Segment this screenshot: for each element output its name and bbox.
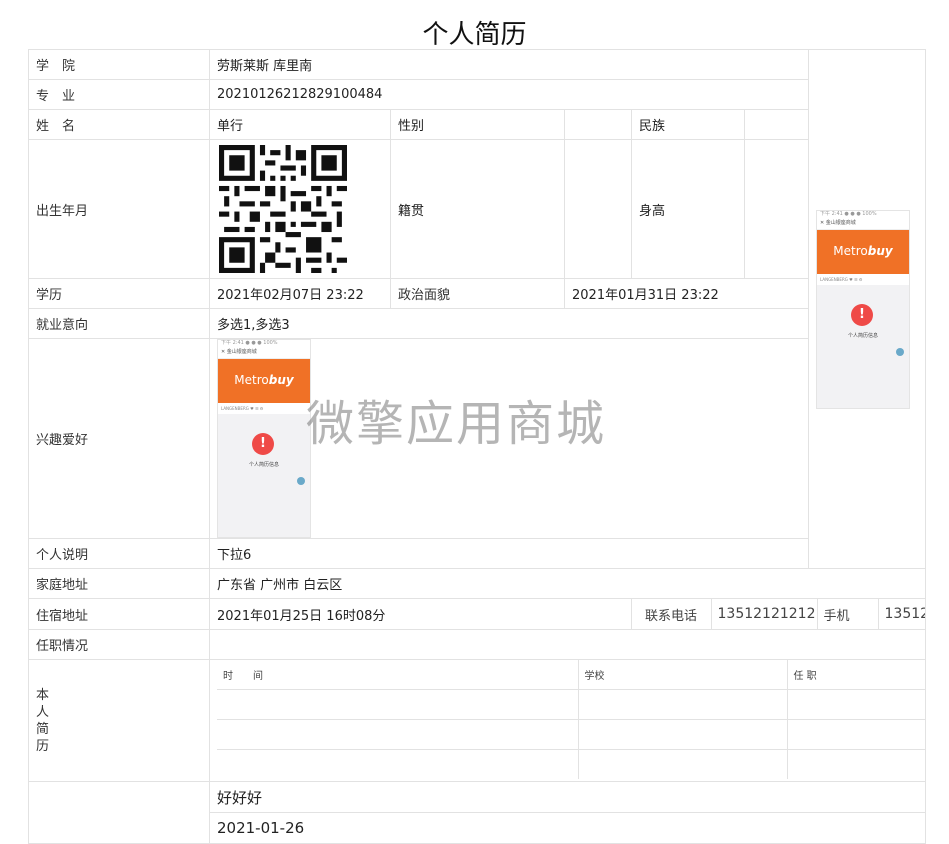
- page-title: 个人简历: [422, 20, 527, 50]
- extra-value-1: 好好好: [208, 781, 927, 813]
- personal-note-value: 下拉6: [208, 538, 927, 569]
- metrobuy-logo: Metrobuy: [833, 243, 893, 258]
- photo-status-bar: 下午 2:41 ● ● ● 100%: [817, 210, 910, 218]
- globe-icon: [896, 347, 905, 356]
- native-place-label: 籍贯: [390, 139, 565, 279]
- resume-col-school: 学校: [577, 660, 788, 690]
- hobby-photo-banner: Metrobuy: [218, 359, 310, 403]
- address-label: 家庭地址: [28, 568, 210, 599]
- photo-banner: Metrobuy: [817, 229, 910, 274]
- photo-message: 个人简历信息: [848, 332, 879, 339]
- major-value: 20210126212829100484: [208, 79, 810, 110]
- alert-icon: !: [851, 303, 874, 326]
- contact-table: 联系电话 13512121212 手机 13512121212: [639, 599, 925, 629]
- education-label: 学历: [28, 278, 210, 309]
- table-row: [217, 749, 925, 779]
- contact-group: 联系电话 13512121212 手机 13512121212: [630, 598, 927, 630]
- table-row: [217, 689, 925, 720]
- resume-grid: 时 间 学校 任 职: [217, 660, 925, 779]
- major-label: 专 业: [28, 79, 210, 110]
- name-label: 姓 名: [28, 109, 210, 140]
- personal-note-label: 个人说明: [28, 538, 210, 569]
- qr-code-cell: [209, 139, 391, 279]
- height-value: [743, 139, 810, 279]
- resume-col-time: 时 间: [217, 660, 579, 690]
- hobby-photo-status-bar: 下午 2:41 ● ● ● 100%: [218, 340, 310, 347]
- residence-value: 2021年01月25日 16时08分: [209, 598, 632, 630]
- hobby-globe-icon: [297, 477, 305, 485]
- job-value: [208, 629, 927, 660]
- intent-label: 就业意向: [28, 308, 210, 339]
- resume-grid-cell: 时 间 学校 任 职: [208, 659, 927, 782]
- college-value: 劳斯莱斯 库里南: [208, 49, 810, 80]
- birth-label: 出生年月: [28, 139, 210, 279]
- height-label: 身高: [631, 139, 745, 279]
- resume-col-position: 任 职: [786, 660, 925, 690]
- hobby-alert-icon: !: [252, 433, 274, 455]
- residence-label: 住宿地址: [28, 598, 210, 630]
- contact-label: 联系电话: [639, 599, 712, 629]
- mobile-value: 13512121212: [877, 599, 925, 629]
- gender-label: 性别: [390, 109, 565, 140]
- photo-strip: LANGENBERG ♥ ☰ ⚙: [817, 273, 910, 285]
- contact-value: 13512121212: [710, 599, 818, 629]
- table-row: [217, 719, 925, 750]
- job-label: 任职情况: [28, 629, 210, 660]
- ethnic-label: 民族: [631, 109, 745, 140]
- hobby-photo-nav-bar: ✕ 金山银座商城: [218, 347, 310, 359]
- resume-label-cell: 本人简历: [28, 659, 210, 782]
- hobby-photo-message: 个人简历信息: [248, 462, 279, 468]
- profile-photo: 下午 2:41 ● ● ● 100% ✕ 金山银座商城 Metrobuy LAN…: [816, 209, 911, 409]
- hobby-photo-strip: LANGENBERG ♥ ☰ ⚙: [218, 403, 310, 414]
- address-value: 广东省 广州市 白云区: [208, 568, 927, 599]
- extra-label-cell: [28, 781, 210, 844]
- hobby-label: 兴趣爱好: [28, 338, 210, 539]
- hobby-photo: 下午 2:41 ● ● ● 100% ✕ 金山银座商城 Metrobuy LAN…: [217, 339, 311, 538]
- resume-label: 本人简历: [36, 687, 50, 754]
- extra-value-2: 2021-01-26: [208, 812, 927, 844]
- gender-value: [564, 109, 632, 140]
- mobile-label: 手机: [816, 599, 879, 629]
- resume-table: 学 院 劳斯莱斯 库里南 下午 2:41 ● ● ● 100% ✕ 金山银座商城…: [28, 49, 927, 844]
- hobby-metrobuy-logo: Metrobuy: [234, 373, 294, 387]
- college-label: 学 院: [28, 49, 210, 80]
- name-value: 单行: [209, 109, 391, 140]
- native-place-value: [564, 139, 632, 279]
- political-value: 2021年01月31日 23:22: [563, 278, 810, 309]
- ethnic-value: [743, 109, 810, 140]
- political-label: 政治面貌: [390, 278, 565, 309]
- photo-nav-bar: ✕ 金山银座商城: [817, 217, 910, 230]
- education-value: 2021年02月07日 23:22: [209, 278, 391, 309]
- qr-code-icon: [219, 145, 347, 273]
